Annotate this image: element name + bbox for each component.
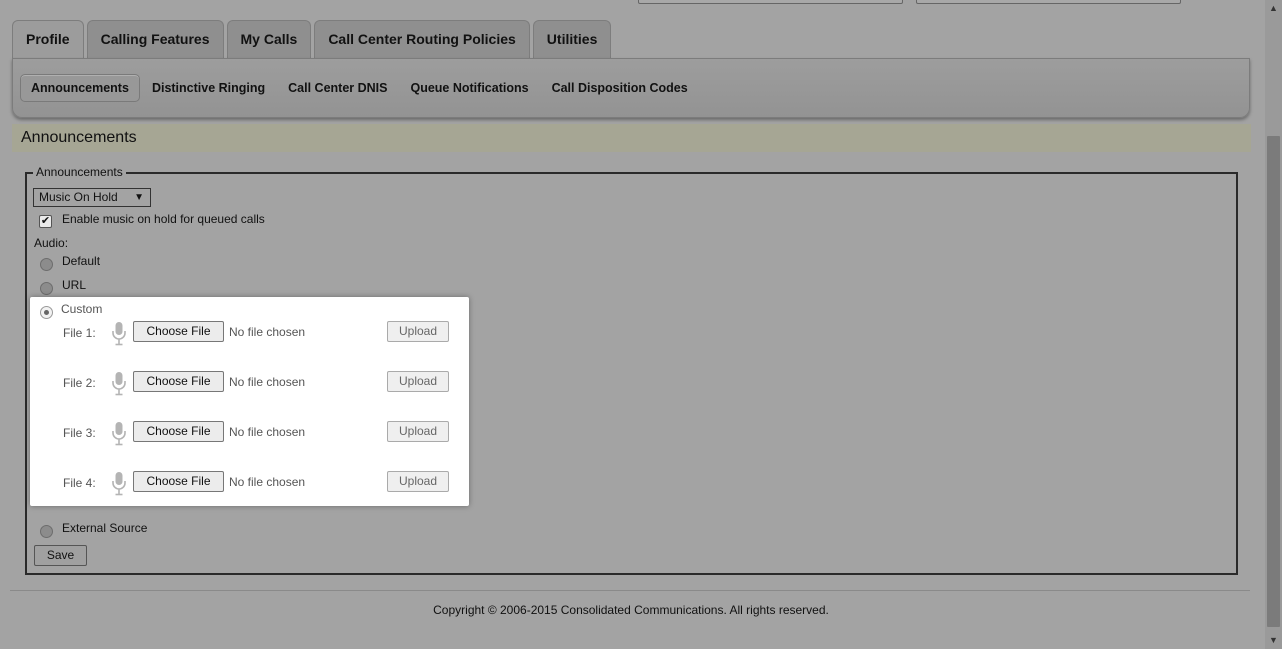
microphone-icon[interactable] xyxy=(111,421,127,447)
choose-file-button[interactable]: Choose File xyxy=(133,321,224,342)
radio-default[interactable] xyxy=(40,258,53,271)
custom-audio-panel: Custom File 1: Choose File No file chose… xyxy=(30,297,469,506)
upload-button[interactable]: Upload xyxy=(387,321,449,342)
main-tabs: Profile Calling Features My Calls Call C… xyxy=(12,20,614,60)
file-row-3: File 3: Choose File No file chosen Uploa… xyxy=(30,421,469,447)
microphone-icon[interactable] xyxy=(111,471,127,497)
footer-divider xyxy=(10,590,1250,591)
radio-external-source-label: External Source xyxy=(62,521,148,535)
subtabs-panel: Announcements Distinctive Ringing Call C… xyxy=(12,58,1250,118)
section-title: Announcements xyxy=(12,124,1251,152)
radio-custom[interactable] xyxy=(40,306,53,319)
enable-music-on-hold-checkbox[interactable]: ✔ xyxy=(39,215,52,228)
radio-external-source[interactable] xyxy=(40,525,53,538)
subtab-call-disposition-codes[interactable]: Call Disposition Codes xyxy=(541,74,699,102)
tab-profile[interactable]: Profile xyxy=(12,20,84,60)
subtabs: Announcements Distinctive Ringing Call C… xyxy=(20,74,700,102)
choose-file-button[interactable]: Choose File xyxy=(133,421,224,442)
file-label: File 1: xyxy=(63,326,96,340)
subtab-distinctive-ringing[interactable]: Distinctive Ringing xyxy=(141,74,276,102)
file-status: No file chosen xyxy=(229,425,306,439)
file-label: File 3: xyxy=(63,426,96,440)
top-field-2[interactable] xyxy=(916,0,1181,4)
vertical-scrollbar[interactable]: ▲ ▼ xyxy=(1265,0,1282,649)
file-label: File 2: xyxy=(63,376,96,390)
file-row-4: File 4: Choose File No file chosen Uploa… xyxy=(30,471,469,497)
chevron-down-icon: ▼ xyxy=(134,192,144,203)
choose-file-button[interactable]: Choose File xyxy=(133,471,224,492)
radio-url[interactable] xyxy=(40,282,53,295)
upload-button[interactable]: Upload xyxy=(387,471,449,492)
enable-music-on-hold-label: Enable music on hold for queued calls xyxy=(62,212,265,226)
top-field-1[interactable] xyxy=(638,0,903,4)
audio-label: Audio: xyxy=(34,236,69,250)
save-button[interactable]: Save xyxy=(34,545,87,566)
file-label: File 4: xyxy=(63,476,96,490)
announcement-type-select[interactable]: Music On Hold ▼ xyxy=(33,188,151,207)
microphone-icon[interactable] xyxy=(111,321,127,347)
tab-my-calls[interactable]: My Calls xyxy=(226,20,312,58)
subtab-call-center-dnis[interactable]: Call Center DNIS xyxy=(277,74,398,102)
file-status: No file chosen xyxy=(229,375,306,389)
radio-custom-label: Custom xyxy=(61,302,103,316)
file-row-2: File 2: Choose File No file chosen Uploa… xyxy=(30,371,469,397)
fieldset-legend: Announcements xyxy=(33,165,126,179)
scroll-up-icon[interactable]: ▲ xyxy=(1265,0,1282,17)
tab-utilities[interactable]: Utilities xyxy=(532,20,612,58)
file-status: No file chosen xyxy=(229,475,306,489)
tab-calling-features[interactable]: Calling Features xyxy=(86,20,224,58)
file-row-1: File 1: Choose File No file chosen Uploa… xyxy=(30,321,469,347)
copyright-footer: Copyright © 2006-2015 Consolidated Commu… xyxy=(433,603,829,617)
tab-call-center-routing-policies[interactable]: Call Center Routing Policies xyxy=(314,20,530,58)
radio-default-label: Default xyxy=(62,254,101,268)
subtab-queue-notifications[interactable]: Queue Notifications xyxy=(399,74,539,102)
upload-button[interactable]: Upload xyxy=(387,371,449,392)
choose-file-button[interactable]: Choose File xyxy=(133,371,224,392)
file-status: No file chosen xyxy=(229,325,306,339)
scroll-down-icon[interactable]: ▼ xyxy=(1265,632,1282,649)
upload-button[interactable]: Upload xyxy=(387,421,449,442)
microphone-icon[interactable] xyxy=(111,371,127,397)
scroll-thumb[interactable] xyxy=(1267,136,1280,627)
select-value: Music On Hold xyxy=(39,190,118,204)
check-icon: ✔ xyxy=(40,215,51,227)
subtab-announcements[interactable]: Announcements xyxy=(20,74,140,102)
radio-url-label: URL xyxy=(62,278,87,292)
